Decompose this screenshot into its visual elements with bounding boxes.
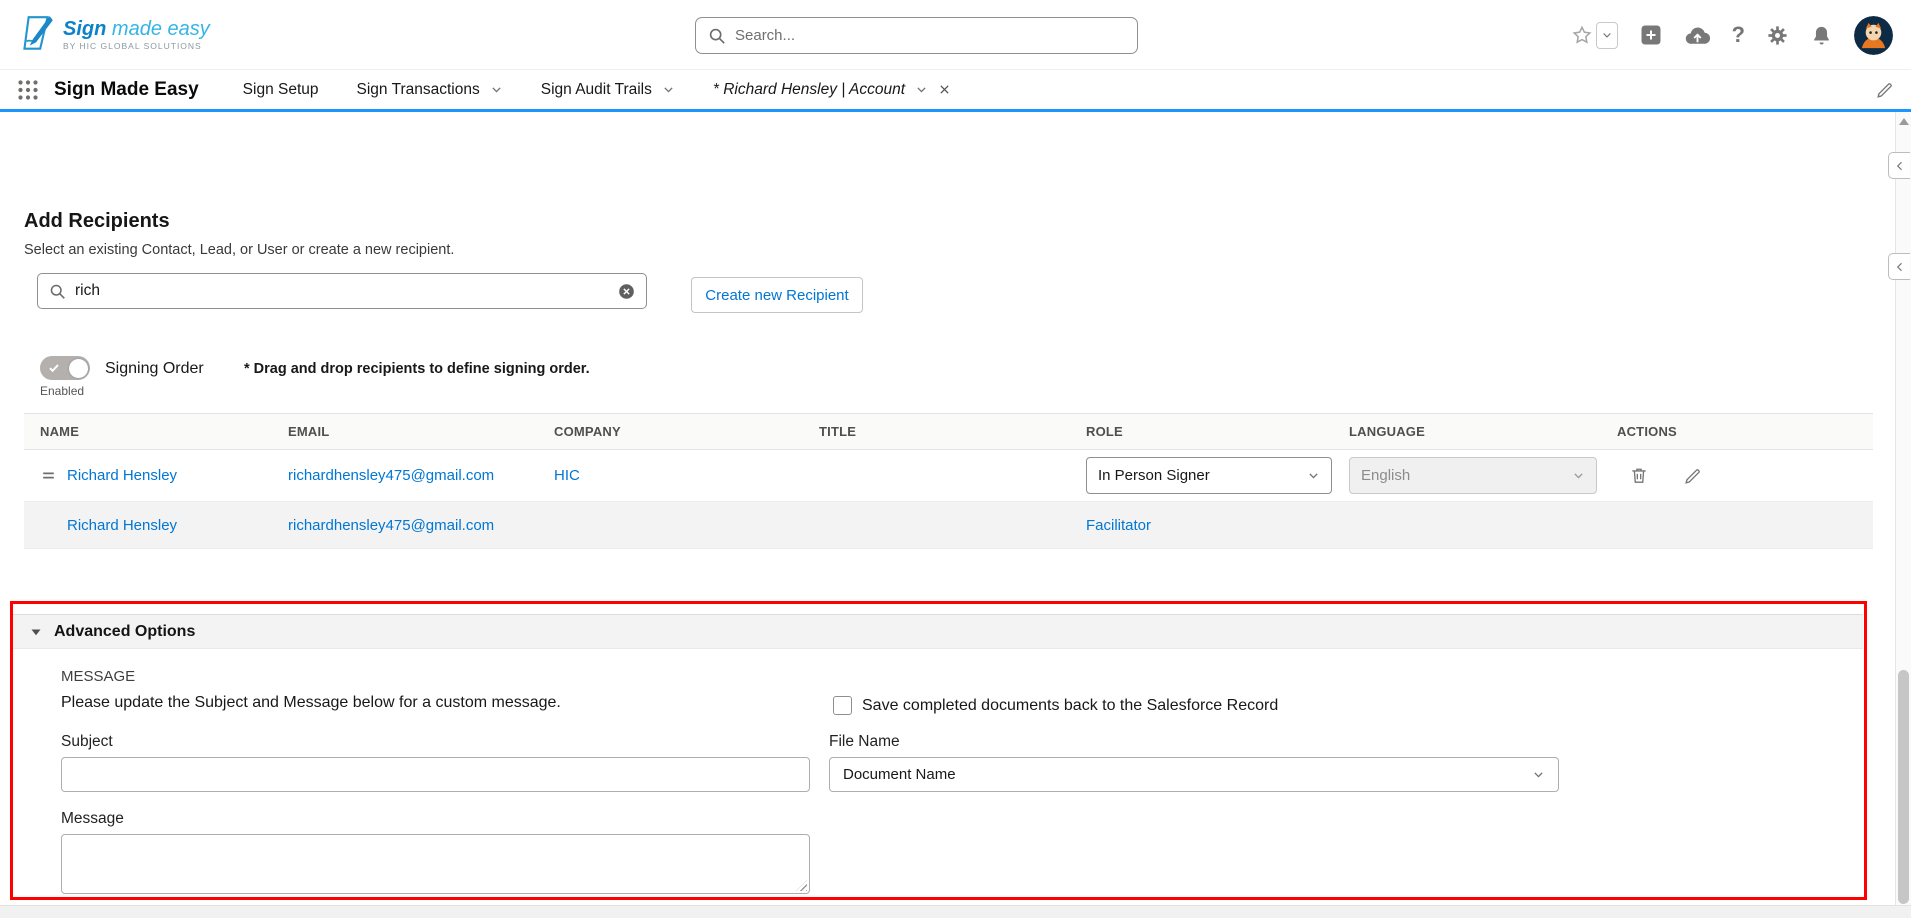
- advanced-options-header[interactable]: Advanced Options: [13, 614, 1863, 649]
- chevron-down-icon[interactable]: [915, 83, 928, 96]
- recipient-name-link[interactable]: Richard Hensley: [67, 467, 177, 484]
- logo-title-secondary: made easy: [112, 18, 210, 40]
- recipient-name-link[interactable]: Richard Hensley: [67, 517, 177, 534]
- language-select[interactable]: English: [1349, 457, 1597, 494]
- toggle-state-label: Enabled: [40, 384, 84, 398]
- drag-handle-icon[interactable]: [40, 467, 57, 484]
- file-name-label: File Name: [829, 733, 900, 751]
- nav-tabs: Sign Setup Sign Transactions Sign Audit …: [243, 81, 951, 99]
- signing-order-toggle[interactable]: [40, 356, 90, 380]
- help-icon[interactable]: ?: [1732, 24, 1745, 46]
- search-icon: [49, 283, 66, 300]
- create-new-recipient-button[interactable]: Create new Recipient: [691, 277, 863, 313]
- advanced-options-title: Advanced Options: [54, 623, 195, 641]
- tab-sign-audit-trails[interactable]: Sign Audit Trails: [541, 81, 675, 99]
- logo-title-primary: Sign: [63, 18, 106, 40]
- avatar[interactable]: [1854, 16, 1893, 55]
- toggle-knob: [69, 359, 88, 378]
- app-logo: Sign made easy BY HIC GLOBAL SOLUTIONS: [18, 14, 210, 56]
- clear-search-icon[interactable]: [618, 283, 635, 300]
- panel-toggle-bottom[interactable]: [1888, 253, 1910, 280]
- column-header-company: COMPANY: [554, 424, 819, 439]
- file-name-select[interactable]: Document Name: [829, 757, 1559, 792]
- add-apps-icon[interactable]: [1639, 23, 1663, 47]
- tab-sign-setup[interactable]: Sign Setup: [243, 81, 319, 99]
- recipient-company-link[interactable]: HIC: [554, 467, 819, 484]
- scrollbar-thumb[interactable]: [1898, 670, 1909, 904]
- app-window: Sign made easy BY HIC GLOBAL SOLUTIONS: [0, 0, 1911, 918]
- app-launcher-icon[interactable]: [16, 78, 40, 102]
- subject-label: Subject: [61, 733, 113, 751]
- favorites-group: [1571, 22, 1618, 49]
- recipient-email-link[interactable]: richardhensley475@gmail.com: [288, 517, 554, 534]
- logo-icon: [18, 14, 54, 56]
- upload-cloud-icon[interactable]: [1684, 24, 1711, 47]
- drag-drop-note: * Drag and drop recipients to define sig…: [244, 361, 590, 377]
- column-header-title: TITLE: [819, 424, 1086, 439]
- favorites-star-icon[interactable]: [1571, 24, 1593, 46]
- check-icon: [48, 362, 60, 374]
- recipient-search[interactable]: [37, 273, 647, 309]
- chevron-down-icon[interactable]: [490, 83, 503, 96]
- header-actions: ?: [1571, 0, 1893, 70]
- horizontal-scrollbar[interactable]: [0, 905, 1911, 918]
- signing-order-label: Signing Order: [105, 360, 204, 378]
- column-header-email: EMAIL: [288, 424, 554, 439]
- logo-text: Sign made easy BY HIC GLOBAL SOLUTIONS: [63, 18, 210, 51]
- page-subtitle: Select an existing Contact, Lead, or Use…: [24, 242, 454, 258]
- recipient-search-input[interactable]: [75, 282, 609, 300]
- role-select[interactable]: In Person Signer: [1086, 457, 1332, 494]
- chevron-down-icon: [1532, 768, 1545, 781]
- save-to-record-label: Save completed documents back to the Sal…: [862, 697, 1278, 715]
- recipients-table: NAME EMAIL COMPANY TITLE ROLE LANGUAGE A…: [24, 413, 1873, 549]
- global-search[interactable]: [695, 17, 1138, 54]
- panel-toggle-top[interactable]: [1888, 152, 1910, 179]
- recipient-role-text: Facilitator: [1086, 517, 1349, 534]
- message-label: Message: [61, 810, 124, 828]
- message-hint: Please update the Subject and Message be…: [61, 694, 561, 712]
- logo-subtitle: BY HIC GLOBAL SOLUTIONS: [63, 41, 210, 51]
- favorites-dropdown-button[interactable]: [1596, 22, 1618, 49]
- table-row: Richard Hensley richardhensley475@gmail.…: [24, 450, 1873, 502]
- triangle-down-icon: [30, 626, 42, 638]
- tab-sign-transactions[interactable]: Sign Transactions: [357, 81, 503, 99]
- recipient-email-link[interactable]: richardhensley475@gmail.com: [288, 467, 554, 484]
- edit-recipient-button[interactable]: [1683, 466, 1703, 486]
- global-search-input[interactable]: [735, 27, 1125, 44]
- setup-gear-icon[interactable]: [1766, 24, 1789, 47]
- global-header: Sign made easy BY HIC GLOBAL SOLUTIONS: [0, 0, 1911, 70]
- column-header-actions: ACTIONS: [1617, 424, 1873, 439]
- delete-recipient-button[interactable]: [1629, 465, 1649, 486]
- chevron-down-icon: [1307, 469, 1320, 482]
- search-icon: [708, 27, 726, 45]
- notifications-bell-icon[interactable]: [1810, 24, 1833, 47]
- column-header-name: NAME: [24, 424, 288, 439]
- column-header-role: ROLE: [1086, 424, 1349, 439]
- scroll-up-icon[interactable]: [1899, 118, 1909, 125]
- close-tab-icon[interactable]: [938, 83, 951, 96]
- save-to-record-checkbox[interactable]: [833, 696, 852, 715]
- subject-input[interactable]: [61, 757, 810, 792]
- column-header-language: LANGUAGE: [1349, 424, 1617, 439]
- chevron-down-icon[interactable]: [662, 83, 675, 96]
- message-section-heading: MESSAGE: [61, 668, 135, 685]
- app-name: Sign Made Easy: [54, 79, 199, 101]
- app-navigation-bar: Sign Made Easy Sign Setup Sign Transacti…: [0, 70, 1911, 112]
- table-row: Richard Hensley richardhensley475@gmail.…: [24, 502, 1873, 549]
- page-title: Add Recipients: [24, 210, 170, 233]
- edit-pencil-icon[interactable]: [1875, 80, 1895, 100]
- tab-richard-hensley-account[interactable]: * Richard Hensley | Account: [713, 81, 951, 99]
- chevron-down-icon: [1572, 469, 1585, 482]
- message-field-wrap: [61, 834, 810, 894]
- vertical-scrollbar[interactable]: [1895, 112, 1911, 905]
- message-textarea[interactable]: [61, 834, 810, 894]
- table-header-row: NAME EMAIL COMPANY TITLE ROLE LANGUAGE A…: [24, 413, 1873, 450]
